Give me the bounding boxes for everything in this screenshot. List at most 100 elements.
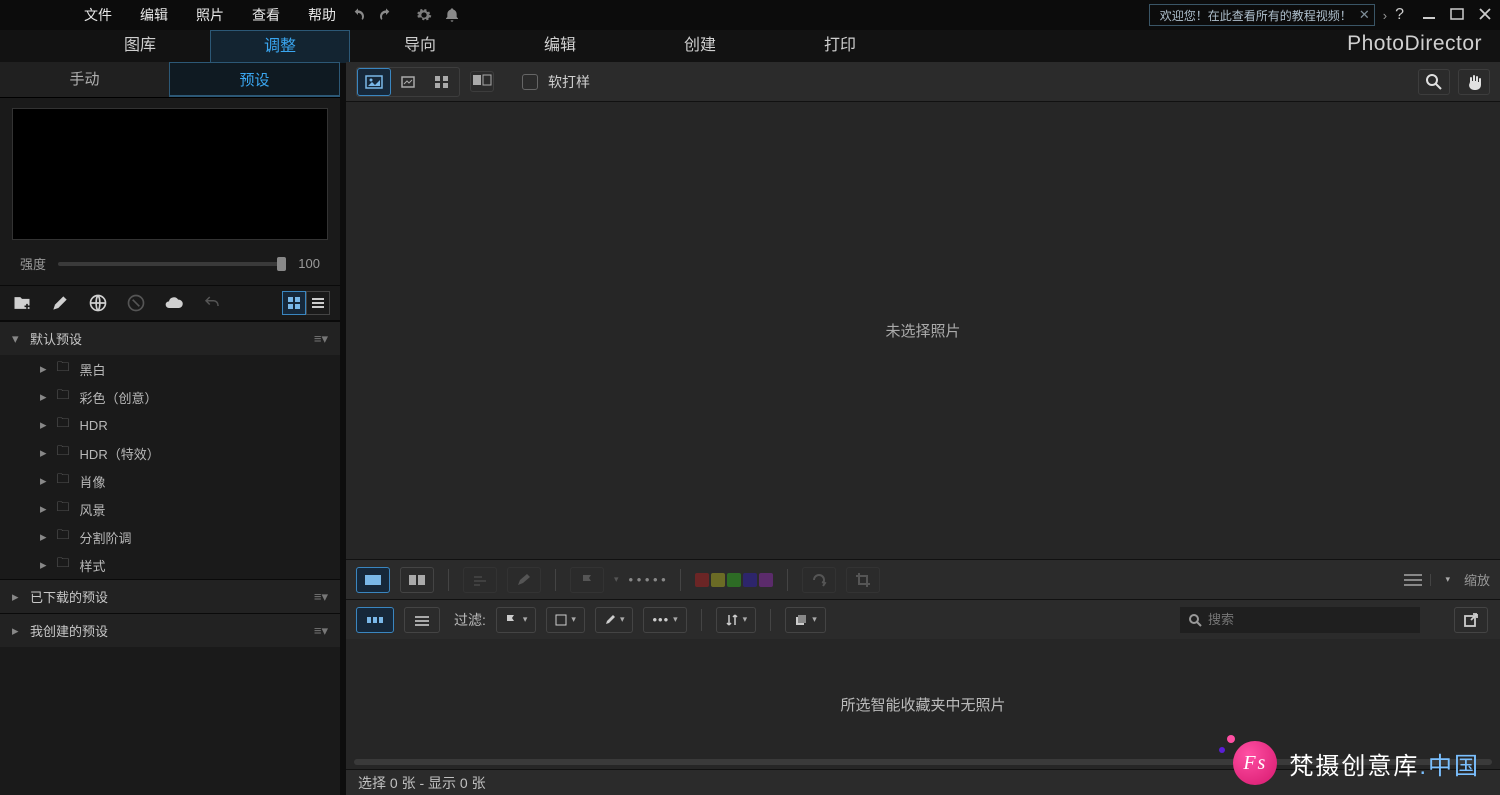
canvas-toolbar: 软打样 <box>346 62 1500 102</box>
export-icon[interactable] <box>1454 607 1488 633</box>
left-panel: 手动 预设 强度 100 + <box>0 62 340 795</box>
filter-label: 过滤: <box>454 610 486 630</box>
section-label: 已下载的预设 <box>30 587 108 606</box>
folder-add-icon[interactable] <box>10 291 34 315</box>
preset-item[interactable]: ▸🗀样式 <box>0 551 340 579</box>
chevron-right-icon: ▸ <box>12 623 22 639</box>
tab-guided[interactable]: 导向 <box>350 30 490 62</box>
align-icon <box>463 567 497 593</box>
menu-photo[interactable]: 照片 <box>182 5 238 25</box>
preview-box <box>12 108 328 240</box>
app-title: PhotoDirector <box>1347 32 1482 56</box>
layout-split-icon[interactable] <box>400 567 434 593</box>
color-chip[interactable] <box>695 573 709 587</box>
preset-item[interactable]: ▸🗀风景 <box>0 495 340 523</box>
edit-brush-icon <box>507 567 541 593</box>
filter-toolbar: 过滤: ▾ ▾ ▾ •••▾ ▾ ▾ <box>346 599 1500 639</box>
flag-icon <box>570 567 604 593</box>
search-input[interactable] <box>1208 612 1412 627</box>
section-label: 我创建的预设 <box>30 621 108 640</box>
section-menu-icon[interactable]: ≡▾ <box>314 589 328 605</box>
slider-thumb[interactable] <box>277 257 286 271</box>
subtab-preset[interactable]: 预设 <box>169 62 340 97</box>
minimize-button[interactable] <box>1422 7 1436 24</box>
sort-menu-icon[interactable] <box>1404 574 1431 586</box>
compare-icon[interactable] <box>470 71 494 92</box>
undo-icon[interactable] <box>350 7 366 23</box>
filter-edit-icon[interactable]: ▾ <box>595 607 634 633</box>
section-downloaded-presets[interactable]: ▸ 已下载的预设 ≡▾ <box>0 579 340 613</box>
welcome-text: 欢迎您！在此查看所有的教程视频！ <box>1160 7 1352 24</box>
tab-edit[interactable]: 编辑 <box>490 30 630 62</box>
redo-icon[interactable] <box>378 7 394 23</box>
section-default-presets[interactable]: ▾ 默认预设 ≡▾ <box>0 321 340 355</box>
view-single-icon[interactable] <box>357 68 391 96</box>
canvas-area: 未选择照片 <box>346 102 1500 559</box>
tab-create[interactable]: 创建 <box>630 30 770 62</box>
watermark-text: 梵摄创意库 <box>1289 753 1419 780</box>
preset-tool-row: + <box>0 285 340 321</box>
filter-rating-icon[interactable]: •••▾ <box>643 607 686 633</box>
menu-bar: 文件 编辑 照片 查看 帮助 欢迎您！在此查看所有的教程视频！ ✕ › ? <box>0 0 1500 30</box>
view-list-icon[interactable] <box>306 291 330 315</box>
view-grid-icon[interactable] <box>282 291 306 315</box>
section-created-presets[interactable]: ▸ 我创建的预设 ≡▾ <box>0 613 340 647</box>
help-icon[interactable]: ? <box>1395 6 1404 24</box>
preset-item[interactable]: ▸🗀HDR <box>0 411 340 439</box>
color-label-chips[interactable] <box>695 573 773 587</box>
search-box[interactable] <box>1180 607 1420 633</box>
color-chip[interactable] <box>727 573 741 587</box>
preset-item[interactable]: ▸🗀黑白 <box>0 355 340 383</box>
section-menu-icon[interactable]: ≡▾ <box>314 331 328 347</box>
close-window-button[interactable] <box>1478 7 1492 24</box>
hand-tool-icon[interactable] <box>1458 69 1490 95</box>
zoom-tool-icon[interactable] <box>1418 69 1450 95</box>
nav-next-icon[interactable]: › <box>1383 8 1387 23</box>
menu-help[interactable]: 帮助 <box>294 5 350 25</box>
globe-icon[interactable] <box>86 291 110 315</box>
tab-library[interactable]: 图库 <box>70 30 210 62</box>
section-menu-icon[interactable]: ≡▾ <box>314 623 328 639</box>
menu-file[interactable]: 文件 <box>70 5 126 25</box>
filter-label-icon[interactable]: ▾ <box>546 607 585 633</box>
filmstrip-thumb-icon[interactable] <box>356 607 394 633</box>
menu-edit[interactable]: 编辑 <box>126 5 182 25</box>
mid-toolbar: ▾ • • • • • ▾ 缩放 <box>346 559 1500 599</box>
menu-view[interactable]: 查看 <box>238 5 294 25</box>
gear-icon[interactable] <box>416 7 432 23</box>
status-text: 选择 0 张 - 显示 0 张 <box>358 773 486 793</box>
color-chip[interactable] <box>743 573 757 587</box>
preset-item[interactable]: ▸🗀肖像 <box>0 467 340 495</box>
welcome-banner[interactable]: 欢迎您！在此查看所有的教程视频！ ✕ <box>1149 4 1375 26</box>
color-chip[interactable] <box>711 573 725 587</box>
preset-item[interactable]: ▸🗀分割阶调 <box>0 523 340 551</box>
cloud-icon[interactable] <box>162 291 186 315</box>
rating-dots[interactable]: • • • • • <box>629 572 666 587</box>
main-area: 软打样 未选择照片 ▾ • • • • <box>346 62 1500 795</box>
tab-print[interactable]: 打印 <box>770 30 910 62</box>
preset-list: ▸🗀黑白 ▸🗀彩色（创意） ▸🗀HDR ▸🗀HDR（特效） ▸🗀肖像 ▸🗀风景 … <box>0 355 340 579</box>
stack-icon[interactable]: ▾ <box>785 607 826 633</box>
globe-refresh-icon <box>124 291 148 315</box>
layout-single-icon[interactable] <box>356 567 390 593</box>
close-icon[interactable]: ✕ <box>1359 7 1370 23</box>
filmstrip-list-icon[interactable] <box>404 607 440 633</box>
view-grid-icon[interactable] <box>425 68 459 96</box>
pen-add-icon[interactable]: + <box>48 291 72 315</box>
color-chip[interactable] <box>759 573 773 587</box>
maximize-button[interactable] <box>1450 7 1464 24</box>
sort-icon[interactable]: ▾ <box>716 607 757 633</box>
soft-proof-checkbox[interactable] <box>522 74 538 90</box>
tab-adjust[interactable]: 调整 <box>210 30 350 63</box>
preset-item[interactable]: ▸🗀HDR（特效） <box>0 439 340 467</box>
preset-item[interactable]: ▸🗀彩色（创意） <box>0 383 340 411</box>
filter-flag-icon[interactable]: ▾ <box>496 607 537 633</box>
svg-text:+: + <box>63 303 69 313</box>
bell-icon[interactable] <box>444 7 460 23</box>
view-fit-icon[interactable] <box>391 68 425 96</box>
intensity-label: 强度 <box>20 254 46 273</box>
subtab-manual[interactable]: 手动 <box>0 62 169 97</box>
crop-icon <box>846 567 880 593</box>
intensity-slider[interactable] <box>58 262 286 266</box>
soft-proof-label: 软打样 <box>548 72 590 92</box>
